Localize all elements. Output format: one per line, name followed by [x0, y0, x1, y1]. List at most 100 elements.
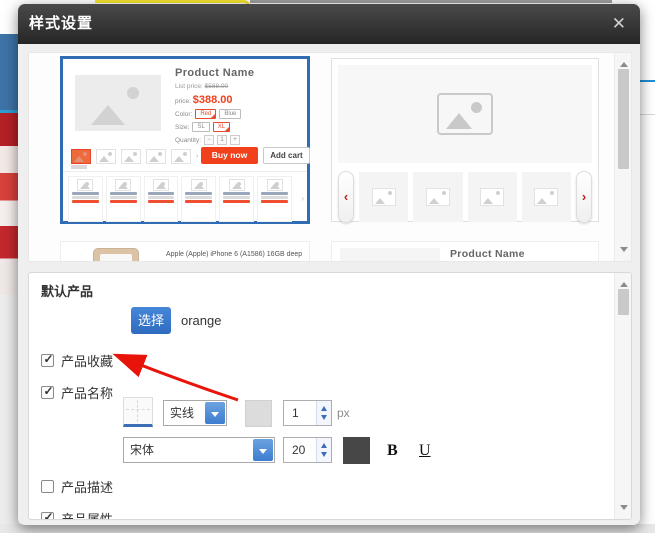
image-placeholder-icon — [372, 188, 396, 206]
image-placeholder-icon — [426, 188, 450, 206]
scroll-down-icon[interactable] — [615, 245, 632, 259]
checkbox-row-product-name: 产品名称 — [41, 383, 113, 402]
template-card-iphone-partial[interactable]: Apple (Apple) iPhone 6 (A1586) 16GB deep — [60, 241, 310, 262]
settings-scrollbar[interactable] — [614, 273, 631, 519]
product-description-checkbox[interactable] — [41, 480, 54, 493]
scrollbar-thumb[interactable] — [618, 69, 629, 169]
template-gallery-panel: Product Name List price: $588.00 price: … — [28, 52, 632, 262]
related-product-card — [219, 176, 254, 222]
image-placeholder-icon — [267, 179, 283, 191]
scroll-up-icon[interactable] — [615, 275, 632, 289]
mock-product-name: Product Name — [450, 248, 586, 262]
checkbox-row-product-attributes: 产品属性 — [41, 509, 113, 520]
mock-thumbnail-row: › — [71, 149, 198, 164]
mock-main-image-area — [338, 65, 592, 163]
font-size-stepper[interactable]: 20 — [283, 437, 332, 463]
template-card-gallery[interactable]: ‹ › — [331, 58, 599, 222]
background-left-blue-bar — [0, 34, 18, 110]
border-style-value: 实线 — [170, 401, 194, 425]
spinner-up-icon[interactable] — [317, 438, 332, 450]
templates-scrollbar[interactable] — [614, 53, 631, 261]
image-placeholder-icon — [534, 188, 558, 206]
stepper-buttons — [316, 401, 331, 425]
image-placeholder-icon — [115, 179, 131, 191]
spinner-down-icon[interactable] — [317, 450, 332, 462]
background-top-strip — [250, 0, 612, 3]
stepper-buttons — [316, 438, 331, 462]
template-card-detail-partial[interactable]: Product Name List price: $588.00 — [331, 241, 599, 262]
scroll-down-icon[interactable] — [615, 503, 632, 517]
image-placeholder-icon — [75, 75, 161, 131]
underline-toggle[interactable]: U — [419, 437, 431, 464]
next-arrow-icon: › — [576, 171, 592, 223]
text-line — [223, 196, 250, 199]
font-family-select[interactable]: 宋体 — [123, 437, 275, 463]
text-line — [185, 196, 212, 199]
color-label: Color: — [175, 111, 192, 118]
spinner-down-icon[interactable] — [317, 413, 332, 425]
product-name-checkbox[interactable] — [41, 386, 54, 399]
color-option-red: Red — [195, 109, 216, 119]
scrollbar-thumb[interactable] — [618, 289, 629, 315]
background-right-gray-line — [640, 114, 655, 115]
checkbox-row-product-favorite: 产品收藏 — [41, 351, 113, 370]
list-price-label: List price: — [175, 83, 203, 90]
thumbnail-next-icon: › — [196, 153, 198, 160]
border-color-swatch[interactable] — [245, 400, 272, 427]
image-placeholder-icon — [229, 179, 245, 191]
product-favorite-checkbox[interactable] — [41, 354, 54, 367]
default-product-label: 默认产品 — [41, 281, 93, 300]
dropdown-arrow-icon[interactable] — [253, 439, 273, 461]
color-option-blue: Blue — [219, 109, 241, 119]
carousel-thumbnail — [468, 172, 517, 222]
mock-related-products — [68, 176, 292, 222]
mock-buy-now-button: Buy now — [201, 147, 258, 164]
dialog-title: 样式设置 — [29, 4, 93, 44]
product-attributes-checkbox[interactable] — [41, 512, 54, 520]
border-width-value: 1 — [292, 401, 299, 425]
quantity-label: Quantity: — [175, 137, 201, 144]
thumbnail — [146, 149, 166, 164]
price-line — [261, 200, 288, 203]
size-option-sl: SL — [192, 122, 209, 132]
related-product-card — [144, 176, 179, 222]
spinner-up-icon[interactable] — [317, 401, 332, 413]
font-color-swatch[interactable] — [343, 437, 370, 464]
price-line — [148, 200, 175, 203]
related-product-card — [257, 176, 292, 222]
divider — [63, 171, 307, 172]
background-left-bottom — [0, 295, 18, 533]
mock-product-name: Product Name — [175, 67, 307, 79]
dropdown-arrow-icon[interactable] — [205, 402, 225, 424]
thumbnail — [171, 149, 191, 164]
settings-panel: 默认产品 选择 orange 产品收藏 产品名称 实线 1 px 宋体 — [28, 272, 632, 520]
text-line — [148, 192, 175, 195]
mock-price: price: $388.00 — [175, 94, 307, 106]
default-product-value: orange — [181, 307, 221, 334]
price-value: $388.00 — [193, 94, 233, 106]
quantity-minus: − — [204, 135, 214, 145]
border-width-stepper[interactable]: 1 — [283, 400, 332, 426]
border-style-select[interactable]: 实线 — [163, 400, 227, 426]
background-right-blue-line — [640, 80, 655, 82]
related-product-card — [181, 176, 216, 222]
bold-toggle[interactable]: B — [387, 437, 398, 464]
text-line — [110, 192, 137, 195]
price-line — [185, 200, 212, 203]
select-product-button[interactable]: 选择 — [131, 307, 171, 334]
mock-list-price: List price: $588.00 — [175, 83, 307, 90]
checkbox-row-product-description: 产品描述 — [41, 477, 113, 496]
border-position-picker[interactable] — [123, 397, 153, 427]
product-info-mock: Product Name List price: $588.00 price: … — [175, 67, 307, 145]
related-product-card — [68, 176, 103, 222]
prev-arrow-icon: ‹ — [338, 171, 354, 223]
close-icon[interactable]: ✕ — [612, 13, 626, 35]
price-line — [110, 200, 137, 203]
price-label: price: — [175, 98, 191, 105]
thumbnail — [121, 149, 141, 164]
style-settings-dialog: 样式设置 ✕ Product Name List price: $588.00 … — [18, 4, 640, 525]
related-product-card — [106, 176, 141, 222]
template-card-detail-selected[interactable]: Product Name List price: $588.00 price: … — [60, 56, 310, 224]
checkbox-label: 产品收藏 — [61, 351, 113, 370]
scroll-up-icon[interactable] — [615, 55, 632, 69]
